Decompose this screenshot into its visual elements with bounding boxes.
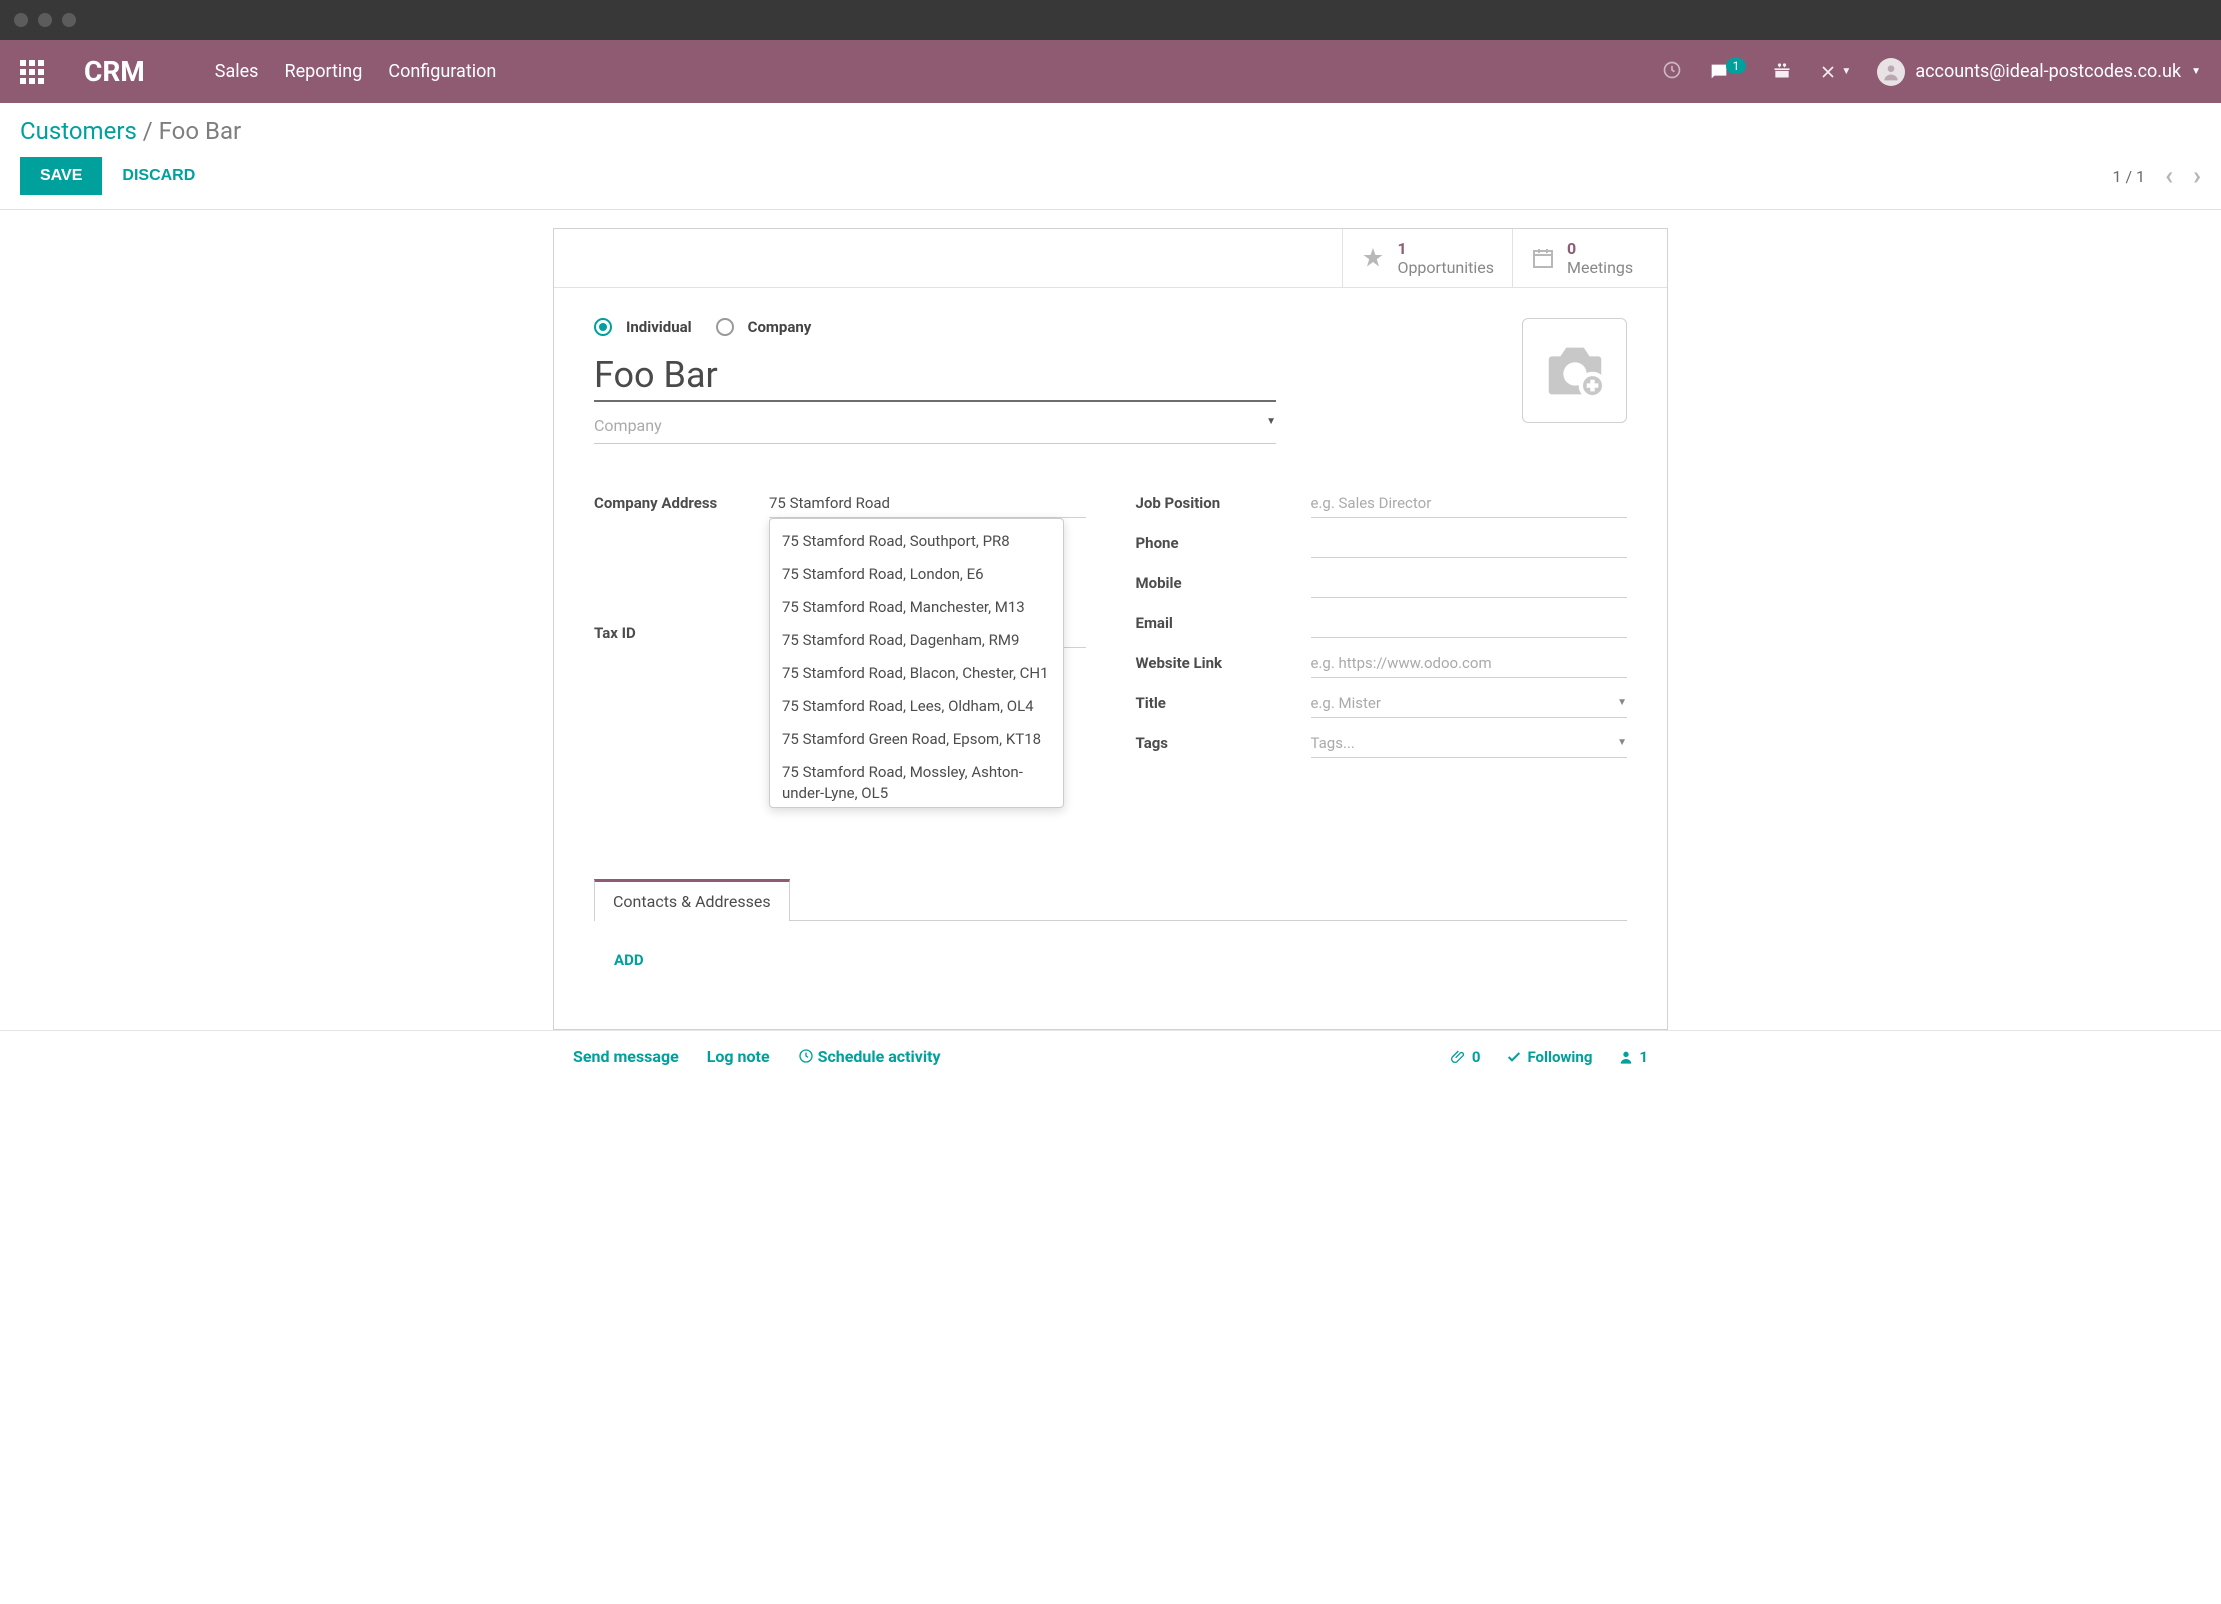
followers-button[interactable]: 1	[1618, 1048, 1648, 1066]
stat-bar: 1Opportunities 0Meetings	[554, 229, 1667, 288]
nav-sales[interactable]: Sales	[215, 61, 259, 82]
breadcrumb-leaf: Foo Bar	[159, 117, 242, 145]
breadcrumb-root[interactable]: Customers	[20, 117, 137, 145]
website-input[interactable]	[1311, 649, 1628, 678]
breadcrumb: Customers / Foo Bar	[20, 117, 2201, 145]
autocomplete-item[interactable]: 75 Stamford Road, Southport, PR8	[770, 525, 1063, 558]
stat-opportunities[interactable]: 1Opportunities	[1342, 229, 1512, 287]
label-phone: Phone	[1136, 534, 1311, 552]
gift-icon[interactable]	[1772, 60, 1792, 84]
radio-company-label[interactable]: Company	[748, 318, 812, 336]
pager-count: 1 / 1	[2112, 167, 2145, 186]
log-note-button[interactable]: Log note	[707, 1047, 770, 1066]
label-tags: Tags	[1136, 734, 1311, 752]
pager: 1 / 1 ‹ ›	[2112, 161, 2201, 191]
job-position-input[interactable]	[1311, 489, 1628, 518]
caret-down-icon: ▼	[1266, 416, 1276, 435]
window-dot	[14, 13, 28, 27]
address-autocomplete: 75 Stamford Road, Southport, PR8 75 Stam…	[769, 518, 1064, 808]
label-mobile: Mobile	[1136, 574, 1311, 592]
tab-content: ADD	[594, 921, 1627, 999]
paperclip-icon	[1451, 1049, 1467, 1065]
chat-badge: 1	[1726, 58, 1747, 74]
label-title: Title	[1136, 694, 1311, 712]
discard-button[interactable]: DISCARD	[122, 167, 195, 185]
window-dot	[62, 13, 76, 27]
app-brand[interactable]: CRM	[84, 55, 145, 88]
control-panel: Customers / Foo Bar SAVE DISCARD 1 / 1 ‹…	[0, 103, 2221, 210]
tabs: Contacts & Addresses	[594, 878, 1627, 921]
apps-icon[interactable]	[20, 60, 44, 84]
contact-type-row: Individual Company	[594, 318, 1627, 336]
radio-individual-label[interactable]: Individual	[626, 318, 692, 336]
title-select[interactable]: e.g. Mister ▼	[1311, 689, 1628, 718]
nav-reporting[interactable]: Reporting	[284, 61, 362, 82]
stat-meetings[interactable]: 0Meetings	[1512, 229, 1667, 287]
form-sheet: 1Opportunities 0Meetings Individual Comp…	[553, 228, 1668, 1030]
person-icon	[1618, 1049, 1634, 1065]
save-button[interactable]: SAVE	[20, 157, 102, 195]
email-input[interactable]	[1311, 609, 1628, 638]
window-dot	[38, 13, 52, 27]
autocomplete-item[interactable]: 75 Stamford Road, Lees, Oldham, OL4	[770, 690, 1063, 723]
pager-next[interactable]: ›	[2193, 161, 2201, 191]
caret-down-icon: ▼	[1617, 697, 1627, 708]
camera-plus-icon	[1540, 336, 1610, 406]
avatar-icon	[1877, 58, 1905, 86]
tab-contacts-addresses[interactable]: Contacts & Addresses	[594, 879, 790, 921]
label-email: Email	[1136, 614, 1311, 632]
autocomplete-item[interactable]: 75 Stamford Road, Blacon, Chester, CH1	[770, 657, 1063, 690]
autocomplete-item[interactable]: 75 Stamford Road, London, E6	[770, 558, 1063, 591]
attachments-button[interactable]: 0	[1451, 1048, 1481, 1066]
label-company-address: Company Address	[594, 494, 769, 512]
radio-company[interactable]	[716, 318, 734, 336]
clock-icon[interactable]	[1662, 60, 1682, 84]
calendar-icon	[1531, 246, 1555, 270]
top-navbar: CRM Sales Reporting Configuration 1 ▼ ac…	[0, 40, 2221, 103]
chatter: Send message Log note Schedule activity …	[0, 1030, 2221, 1082]
label-website: Website Link	[1136, 654, 1311, 672]
debug-icon[interactable]: ▼	[1818, 62, 1851, 82]
mobile-input[interactable]	[1311, 569, 1628, 598]
nav-configuration[interactable]: Configuration	[388, 61, 496, 82]
user-menu[interactable]: accounts@ideal-postcodes.co.uk ▼	[1877, 58, 2201, 86]
autocomplete-item[interactable]: 75 Stamford Green Road, Epsom, KT18	[770, 723, 1063, 756]
tags-select[interactable]: Tags... ▼	[1311, 729, 1628, 758]
autocomplete-item[interactable]: 75 Stamford Road, Mossley, Ashton-under-…	[770, 756, 1063, 808]
autocomplete-item[interactable]: 75 Stamford Road, Dagenham, RM9	[770, 624, 1063, 657]
company-select[interactable]: Company ▼	[594, 408, 1276, 444]
image-upload[interactable]	[1522, 318, 1627, 423]
schedule-activity-button[interactable]: Schedule activity	[798, 1047, 941, 1066]
radio-individual[interactable]	[594, 318, 612, 336]
company-address-input[interactable]	[769, 489, 1086, 518]
add-button[interactable]: ADD	[614, 951, 644, 969]
following-button[interactable]: Following	[1506, 1048, 1592, 1066]
window-titlebar	[0, 0, 2221, 40]
phone-input[interactable]	[1311, 529, 1628, 558]
label-job-position: Job Position	[1136, 494, 1311, 512]
send-message-button[interactable]: Send message	[573, 1047, 679, 1066]
autocomplete-item[interactable]: 75 Stamford Road, Manchester, M13	[770, 591, 1063, 624]
pager-prev[interactable]: ‹	[2165, 161, 2173, 191]
caret-down-icon: ▼	[1617, 737, 1627, 748]
label-tax-id: Tax ID	[594, 624, 769, 642]
name-input[interactable]	[594, 350, 1276, 402]
nav-menu: Sales Reporting Configuration	[215, 61, 497, 82]
user-email: accounts@ideal-postcodes.co.uk	[1915, 61, 2181, 82]
chat-icon[interactable]: 1	[1708, 61, 1747, 83]
check-icon	[1506, 1049, 1522, 1065]
star-icon	[1361, 246, 1385, 270]
clock-icon	[798, 1048, 814, 1064]
